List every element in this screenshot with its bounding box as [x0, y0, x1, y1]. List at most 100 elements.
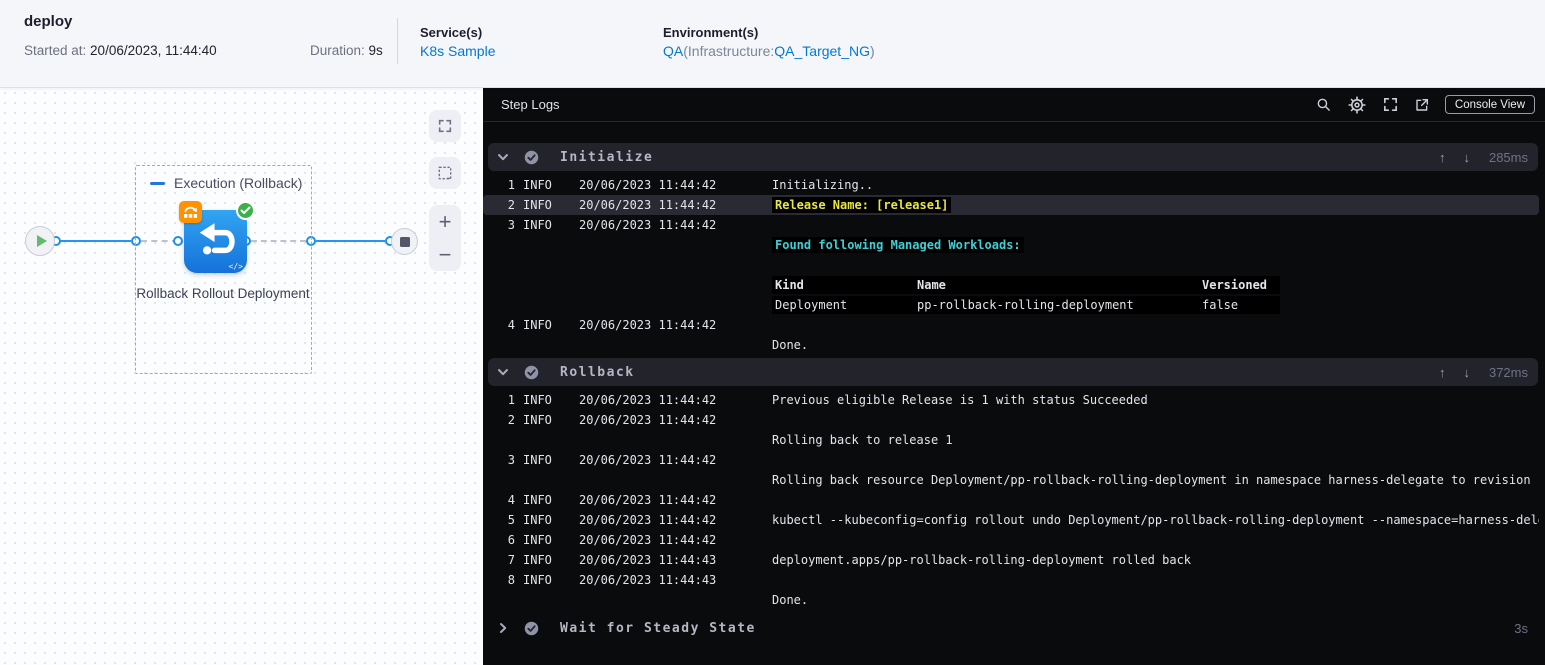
success-check-icon — [236, 201, 255, 220]
fullscreen-icon[interactable] — [1382, 96, 1399, 113]
log-message: Rolling back resource Deployment/pp-roll… — [772, 473, 1539, 487]
log-timestamp: 20/06/2023 11:44:42 — [579, 453, 717, 467]
log-timestamp: 20/06/2023 11:44:42 — [579, 513, 717, 527]
console-view-button[interactable]: Console View — [1444, 95, 1535, 114]
log-section: Wait for Steady State 3s — [483, 614, 1545, 642]
environment-link[interactable]: QA(Infrastructure:QA_Target_NG) — [663, 43, 875, 59]
log-level: INFO — [523, 533, 552, 547]
log-timestamp: 20/06/2023 11:44:42 — [579, 318, 717, 332]
log-line[interactable]: 7 INFO 20/06/2023 11:44:43 deployment.apps/… — [483, 550, 1539, 570]
log-timestamp: 20/06/2023 11:44:42 — [579, 178, 717, 192]
log-line[interactable]: 6 INFO 20/06/2023 11:44:42 — [483, 530, 1539, 550]
log-line[interactable]: 3 INFO 20/06/2023 11:44:42 — [483, 215, 1539, 235]
line-number: 7 — [507, 553, 515, 567]
line-number: 2 — [507, 413, 515, 427]
rollout-strategy-badge-icon — [179, 201, 202, 223]
console-header: Step Logs Console View — [483, 88, 1545, 122]
line-number: 5 — [507, 513, 515, 527]
stop-icon — [399, 236, 410, 247]
search-icon[interactable] — [1315, 96, 1332, 113]
execution-header: deploy Started at: 20/06/2023, 11:44:40 … — [0, 0, 1545, 88]
start-node[interactable] — [25, 226, 55, 256]
log-line[interactable]: Rolling back resource Deployment/pp-roll… — [483, 470, 1539, 490]
log-level: INFO — [523, 198, 552, 212]
environment-link-part[interactable]: QA — [663, 43, 683, 59]
table-cell: Kind — [772, 276, 917, 294]
log-level: INFO — [523, 413, 552, 427]
open-in-new-icon[interactable] — [1414, 97, 1430, 113]
log-text: Found following Managed Workloads: — [772, 237, 1024, 253]
step-logs-panel: Step Logs Console View Initialize ↑ ↓ 28… — [483, 88, 1545, 665]
log-timestamp: 20/06/2023 11:44:43 — [579, 553, 717, 567]
log-section-header[interactable]: Initialize ↑ ↓ 285ms — [488, 143, 1538, 171]
log-line[interactable] — [483, 255, 1539, 275]
zoom-in-button[interactable]: + — [439, 210, 452, 233]
log-section-header[interactable]: Rollback ↑ ↓ 372ms — [488, 358, 1538, 386]
environment-text-part: (Infrastructure: — [683, 43, 775, 59]
log-line[interactable]: Deployment pp-rollback-rolling-deployment… — [483, 295, 1539, 315]
log-level: INFO — [523, 453, 552, 467]
log-line[interactable]: Found following Managed Workloads: — [483, 235, 1539, 255]
log-message: kubectl --kubeconfig=config rollout undo… — [772, 513, 1539, 527]
log-line[interactable]: 8 INFO 20/06/2023 11:44:43 — [483, 570, 1539, 590]
chevron-right-icon[interactable] — [496, 622, 510, 634]
log-line[interactable]: 5 INFO 20/06/2023 11:44:42 kubectl --kubeco… — [483, 510, 1539, 530]
log-line[interactable]: Kind Name Versioned — [483, 275, 1539, 295]
log-line[interactable]: Rolling back to release 1 — [483, 430, 1539, 450]
log-body[interactable]: Initialize ↑ ↓ 285ms 1 INFO 20/06/2023 11:44:4… — [483, 122, 1545, 665]
line-number: 6 — [507, 533, 515, 547]
section-title: Initialize — [560, 149, 654, 165]
log-section-header[interactable]: Wait for Steady State 3s — [488, 614, 1538, 642]
environments-label: Environment(s) — [663, 25, 759, 40]
log-line[interactable]: 4 INFO 20/06/2023 11:44:42 — [483, 490, 1539, 510]
log-message: Initializing.. — [772, 178, 873, 192]
zoom-control: + − — [429, 205, 461, 271]
environment-link-part[interactable]: QA_Target_NG — [774, 43, 870, 59]
log-message: Done. — [772, 338, 808, 352]
edge-group-to-end — [316, 240, 385, 242]
step-node-rollback[interactable]: </> — [179, 201, 255, 273]
section-title: Rollback — [560, 364, 635, 380]
service-link[interactable]: K8s Sample — [420, 43, 495, 59]
log-line[interactable]: 3 INFO 20/06/2023 11:44:42 — [483, 450, 1539, 470]
collapse-icon[interactable] — [150, 181, 165, 185]
table-cell: false — [1202, 296, 1280, 314]
log-text: Rolling back resource Deployment/pp-roll… — [772, 473, 1539, 487]
chevron-down-icon[interactable] — [496, 366, 510, 378]
scroll-down-icon[interactable]: ↓ — [1464, 365, 1471, 380]
log-line[interactable]: 2 INFO 20/06/2023 11:44:42 Release Name: [r… — [483, 195, 1539, 215]
log-line[interactable]: 4 INFO 20/06/2023 11:44:42 — [483, 315, 1539, 335]
marquee-select-button[interactable] — [429, 157, 461, 189]
execution-group-label[interactable]: Execution (Rollback) — [150, 175, 302, 191]
step-success-icon — [524, 621, 539, 636]
environment-text-part: ) — [869, 43, 875, 59]
gear-icon[interactable] — [1347, 95, 1367, 115]
log-line[interactable]: Done. — [483, 590, 1539, 610]
log-line[interactable]: 2 INFO 20/06/2023 11:44:42 — [483, 410, 1539, 430]
log-message: Kind Name Versioned — [772, 276, 1280, 294]
log-line[interactable]: 1 INFO 20/06/2023 11:44:42 Initializing.. — [483, 175, 1539, 195]
chevron-down-icon[interactable] — [496, 151, 510, 163]
end-node[interactable] — [391, 228, 418, 255]
scroll-arrows: ↑ ↓ — [1439, 150, 1470, 165]
log-line[interactable]: 1 INFO 20/06/2023 11:44:42 Previous eligibl… — [483, 390, 1539, 410]
marquee-select-icon — [438, 166, 452, 180]
console-toolbar: Console View — [1315, 95, 1535, 115]
scroll-down-icon[interactable]: ↓ — [1464, 150, 1471, 165]
zoom-out-button[interactable]: − — [439, 243, 452, 266]
code-glyph: </> — [228, 262, 243, 271]
log-level: INFO — [523, 218, 552, 232]
log-timestamp: 20/06/2023 11:44:42 — [579, 493, 717, 507]
scroll-up-icon[interactable]: ↑ — [1439, 365, 1446, 380]
duration: Duration: 9s — [310, 43, 383, 58]
fit-view-button[interactable] — [429, 110, 461, 142]
section-title: Wait for Steady State — [560, 620, 756, 636]
section-duration: 3s — [1514, 620, 1528, 636]
scroll-up-icon[interactable]: ↑ — [1439, 150, 1446, 165]
table-cell: Name — [917, 276, 1202, 294]
pipeline-graph-canvas[interactable]: Execution (Rollback) </> Rollback Rollou… — [0, 88, 483, 665]
started-at: Started at: 20/06/2023, 11:44:40 — [24, 43, 217, 58]
line-number: 2 — [507, 198, 515, 212]
fit-view-icon — [438, 119, 452, 133]
log-line[interactable]: Done. — [483, 335, 1539, 355]
